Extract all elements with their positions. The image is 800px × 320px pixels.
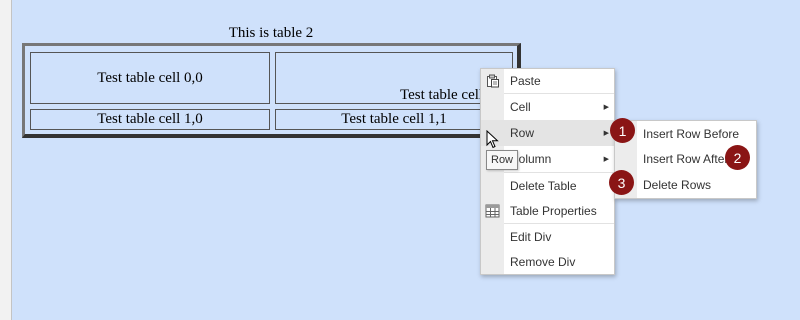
callout-badge-3: 3 — [609, 170, 634, 195]
menu-item-label: Insert Row After — [643, 152, 729, 166]
callout-badge-2: 2 — [725, 145, 750, 170]
menu-item-edit-div[interactable]: Edit Div — [481, 224, 614, 249]
context-menu: Paste Cell ▶ Row ▶ Column ▶ Delete Table… — [480, 68, 615, 275]
menu-item-label: Cell — [510, 100, 531, 114]
table-cell[interactable]: Test table cell 1,1 — [275, 109, 513, 130]
table-cell[interactable]: Test table cell 1,0 — [30, 109, 270, 130]
menu-item-cell[interactable]: Cell ▶ — [481, 94, 614, 120]
menu-item-label: Edit Div — [510, 229, 552, 244]
menu-item-label: Delete Table — [510, 178, 577, 193]
table-cell[interactable]: Test table cell 0,0 — [30, 52, 270, 104]
submenu-arrow-icon: ▶ — [603, 156, 609, 163]
mouse-cursor-icon — [486, 130, 499, 149]
table-caption: This is table 2 — [228, 25, 314, 41]
submenu-arrow-icon: ▶ — [603, 104, 609, 111]
menu-item-table-properties[interactable]: Table Properties — [481, 198, 614, 223]
table-grid-icon — [485, 204, 500, 217]
menu-item-label: Delete Rows — [643, 178, 712, 192]
menu-item-remove-div[interactable]: Remove Div — [481, 249, 614, 274]
menu-item-label: Table Properties — [510, 203, 597, 218]
menu-item-label: Paste — [510, 74, 541, 88]
menu-item-row[interactable]: Row ▶ — [481, 120, 614, 146]
data-table[interactable]: Test table cell 0,0 Test table cell 0,1 … — [22, 43, 521, 138]
table-cell[interactable]: Test table cell 0,1 — [275, 52, 513, 104]
callout-badge-1: 1 — [610, 118, 635, 143]
menu-item-label: Insert Row Before — [643, 126, 740, 141]
menu-item-delete-rows[interactable]: Delete Rows — [615, 172, 756, 198]
menu-item-insert-row-before[interactable]: Insert Row Before — [615, 121, 756, 146]
menu-item-label: Row — [510, 126, 535, 140]
submenu-arrow-icon: ▶ — [603, 130, 609, 137]
menu-item-label: Remove Div — [510, 254, 576, 269]
paste-icon — [487, 74, 499, 88]
menu-item-paste[interactable]: Paste — [481, 69, 614, 93]
editor-left-border — [0, 0, 12, 320]
tooltip: Row — [486, 150, 519, 170]
menu-item-delete-table[interactable]: Delete Table — [481, 173, 614, 198]
